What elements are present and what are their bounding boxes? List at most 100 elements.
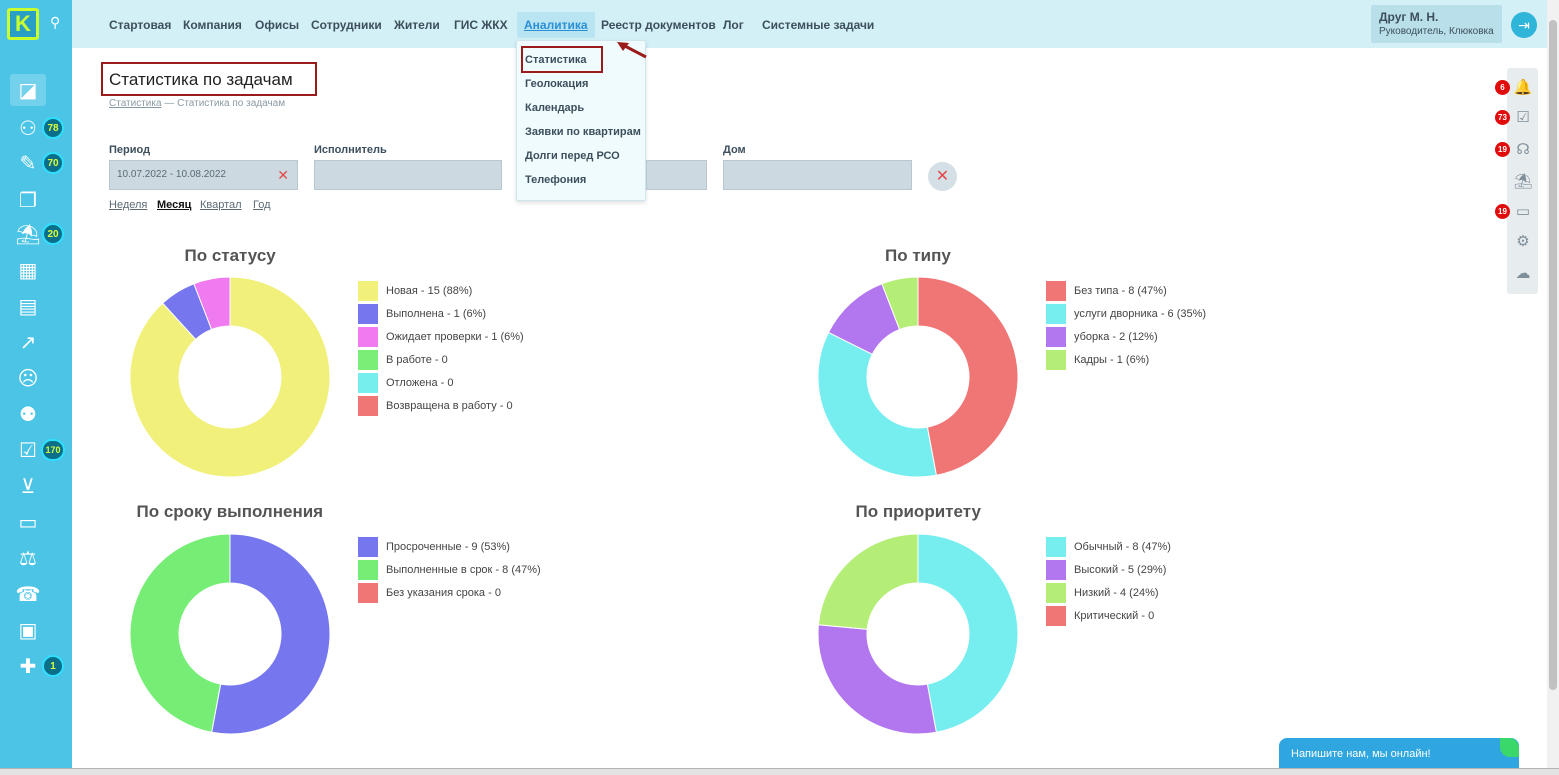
edit-doc-icon[interactable]: ✎ xyxy=(10,147,46,179)
legend-label: услуги дворника - 6 (35%) xyxy=(1074,308,1207,320)
legend-swatch xyxy=(358,327,378,347)
dropdown-item-2[interactable]: Календарь xyxy=(525,102,584,114)
period-link-0[interactable]: Неделя xyxy=(109,199,147,211)
nav-item-4[interactable]: Жители xyxy=(387,12,447,38)
period-link-1[interactable]: Месяц xyxy=(157,199,191,211)
desk-icon[interactable]: ⛱ xyxy=(1511,170,1535,194)
breadcrumb-link-statistics[interactable]: Статистика xyxy=(109,98,162,109)
dropdown-item-4[interactable]: Долги перед РСО xyxy=(525,150,620,162)
period-input[interactable]: 10.07.2022 - 10.08.2022 ✕ xyxy=(109,160,298,190)
dropdown-item-3[interactable]: Заявки по квартирам xyxy=(525,126,641,138)
nav-item-3[interactable]: Сотрудники xyxy=(304,12,389,38)
desk-icon[interactable]: ⛱ xyxy=(10,218,46,250)
legend-item[interactable]: Ожидает проверки - 1 (6%) xyxy=(358,327,524,347)
nav-item-8[interactable]: Лог xyxy=(716,12,751,38)
slice-1-1[interactable] xyxy=(817,331,937,478)
period-clear-icon[interactable]: ✕ xyxy=(277,161,289,189)
sidebar-badge: 1 xyxy=(42,655,64,677)
legend-item[interactable]: услуги дворника - 6 (35%) xyxy=(1046,304,1206,324)
nav-item-1[interactable]: Компания xyxy=(176,12,249,38)
building-icon[interactable]: ▦ xyxy=(10,254,46,286)
nav-item-0[interactable]: Стартовая xyxy=(102,12,178,38)
legend-label: Обычный - 8 (47%) xyxy=(1074,541,1171,553)
breadcrumb: Статистика — Статистика по задачам xyxy=(109,98,285,109)
slice-3-2[interactable] xyxy=(817,533,919,630)
analytics-icon[interactable]: ↗ xyxy=(10,326,46,358)
dropdown-item-1[interactable]: Геолокация xyxy=(525,78,588,90)
legend-item[interactable]: Выполненные в срок - 8 (47%) xyxy=(358,560,541,580)
legend-label: Высокий - 5 (29%) xyxy=(1074,564,1167,576)
documents-icon[interactable]: ❐ xyxy=(10,184,46,216)
chat-status-indicator xyxy=(1500,738,1519,757)
wallet-icon[interactable]: ▭ xyxy=(10,506,46,538)
breadcrumb-current: Статистика по задачам xyxy=(177,98,286,109)
legend-item[interactable]: Низкий - 4 (24%) xyxy=(1046,583,1159,603)
scrollbar-thumb[interactable] xyxy=(1549,20,1557,690)
user-profile[interactable]: Друг М. Н. Руководитель, Клюковка xyxy=(1371,5,1502,43)
slice-3-1[interactable] xyxy=(817,624,937,735)
legend-item[interactable]: Выполнена - 1 (6%) xyxy=(358,304,486,324)
slice-2-1[interactable] xyxy=(129,533,231,733)
executor-input[interactable] xyxy=(314,160,502,190)
category-input[interactable] xyxy=(646,160,707,190)
legend-swatch xyxy=(358,396,378,416)
house-input[interactable] xyxy=(723,160,912,190)
pin-icon[interactable]: ⚲ xyxy=(50,14,60,31)
clear-filters-button[interactable]: ✕ xyxy=(928,162,957,191)
legend-label: Просроченные - 9 (53%) xyxy=(386,541,510,553)
rail-badge: 6 xyxy=(1495,80,1510,95)
nav-item-9[interactable]: Системные задачи xyxy=(755,12,881,38)
board-icon[interactable]: ▣ xyxy=(10,614,46,646)
legend-item[interactable]: уборка - 2 (12%) xyxy=(1046,327,1158,347)
chat-icon[interactable]: ☁ xyxy=(1511,262,1535,286)
message-icon[interactable]: ▭ xyxy=(1511,200,1535,224)
legend-item[interactable]: Кадры - 1 (6%) xyxy=(1046,350,1149,370)
legend-swatch xyxy=(358,304,378,324)
settings-icon[interactable]: ⚙ xyxy=(1511,230,1535,254)
legend-item[interactable]: Без указания срока - 0 xyxy=(358,583,501,603)
period-link-2[interactable]: Квартал xyxy=(200,199,242,211)
slice-1-0[interactable] xyxy=(917,276,1019,476)
app-logo[interactable]: K xyxy=(7,8,39,40)
legend-item[interactable]: Возвращена в работу - 0 xyxy=(358,396,513,416)
phone-icon[interactable]: ☎ xyxy=(10,578,46,610)
sad-face-icon[interactable]: ☹ xyxy=(10,362,46,394)
cart-icon[interactable]: ⊻ xyxy=(10,470,46,502)
bell-icon[interactable]: 🔔 xyxy=(1511,76,1535,100)
logo-flag-icon[interactable]: ◪ xyxy=(10,74,46,106)
legend-item[interactable]: Критический - 0 xyxy=(1046,606,1154,626)
headset-icon[interactable]: ☊ xyxy=(1511,138,1535,162)
legend-swatch xyxy=(1046,281,1066,301)
legend-item[interactable]: Просроченные - 9 (53%) xyxy=(358,537,510,557)
chart-title-0: По статусу xyxy=(184,246,276,265)
scales-icon[interactable]: ⚖ xyxy=(10,542,46,574)
legend-label: Выполненные в срок - 8 (47%) xyxy=(386,564,541,576)
legend-item[interactable]: В работе - 0 xyxy=(358,350,448,370)
legend-item[interactable]: Новая - 15 (88%) xyxy=(358,281,472,301)
logout-icon[interactable]: ⇥ xyxy=(1511,12,1537,38)
nav-item-5[interactable]: ГИС ЖКХ xyxy=(447,12,515,38)
user-name: Друг М. Н. xyxy=(1379,10,1439,24)
team-icon[interactable]: ⚉ xyxy=(10,398,46,430)
calculator-icon[interactable]: ▤ xyxy=(10,290,46,322)
logo-area: K ⚲ xyxy=(0,0,72,48)
legend-item[interactable]: Без типа - 8 (47%) xyxy=(1046,281,1167,301)
legend-label: Кадры - 1 (6%) xyxy=(1074,354,1150,366)
legend-label: Критический - 0 xyxy=(1074,610,1155,622)
dropdown-item-5[interactable]: Телефония xyxy=(525,174,586,186)
period-link-3[interactable]: Год xyxy=(253,199,271,211)
legend-swatch xyxy=(358,537,378,557)
nav-item-6[interactable]: Аналитика xyxy=(517,12,595,38)
clipboard-icon[interactable]: ☑ xyxy=(1511,106,1535,130)
donut-chart-2 xyxy=(129,533,331,735)
nav-item-2[interactable]: Офисы xyxy=(248,12,306,38)
nav-item-7[interactable]: Реестр документов xyxy=(594,12,723,38)
chat-plus-icon[interactable]: ✚ xyxy=(10,650,46,682)
residents-icon[interactable]: ⚇ xyxy=(10,112,46,144)
legend-item[interactable]: Отложена - 0 xyxy=(358,373,453,393)
legend-item[interactable]: Обычный - 8 (47%) xyxy=(1046,537,1171,557)
slice-3-0[interactable] xyxy=(917,533,1019,733)
legend-swatch xyxy=(1046,327,1066,347)
legend-item[interactable]: Высокий - 5 (29%) xyxy=(1046,560,1166,580)
legend-swatch xyxy=(358,560,378,580)
